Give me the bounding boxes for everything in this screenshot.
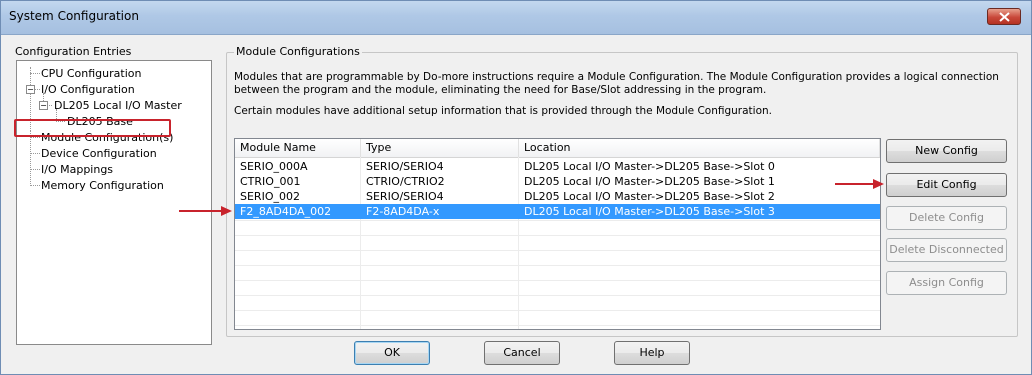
description-line-1: Modules that are programmable by Do-more… xyxy=(234,71,999,83)
new-config-button[interactable]: New Config xyxy=(886,139,1007,163)
delete-disconnected-button[interactable]: Delete Disconnected xyxy=(886,238,1007,262)
help-button[interactable]: Help xyxy=(614,341,690,365)
cell-location: DL205 Local I/O Master->DL205 Base->Slot… xyxy=(524,175,775,188)
tree-item-io-mappings[interactable]: I/O Mappings xyxy=(41,162,113,177)
title-bar[interactable]: System Configuration xyxy=(1,1,1031,35)
close-button[interactable] xyxy=(987,8,1021,25)
list-header: Module Name Type Location xyxy=(235,139,880,158)
edit-config-button[interactable]: Edit Config xyxy=(886,173,1007,197)
table-row-selected[interactable]: F2_8AD4DA_002 F2-8AD4DA-x DL205 Local I/… xyxy=(235,204,880,219)
delete-config-button[interactable]: Delete Config xyxy=(886,206,1007,230)
assign-config-button[interactable]: Assign Config xyxy=(886,271,1007,295)
cancel-button[interactable]: Cancel xyxy=(484,341,560,365)
tree-item-cpu-configuration[interactable]: CPU Configuration xyxy=(41,66,141,81)
tree-item-device-configuration[interactable]: Device Configuration xyxy=(41,146,157,161)
tree-item-dl205-local-io-master[interactable]: DL205 Local I/O Master xyxy=(54,98,182,113)
io-configuration-expander[interactable]: − xyxy=(26,85,35,94)
cell-location: DL205 Local I/O Master->DL205 Base->Slot… xyxy=(524,205,775,218)
dialog-client-area: Configuration Entries − − CPU Configurat… xyxy=(7,35,1025,367)
dl205-master-expander[interactable]: − xyxy=(39,101,48,110)
column-header-type[interactable]: Type xyxy=(361,139,519,157)
configuration-tree[interactable]: − − CPU Configuration I/O Configuration … xyxy=(16,60,212,345)
arrow-right-icon xyxy=(179,206,232,216)
arrow-right-icon xyxy=(835,179,884,189)
annotation-highlight-box xyxy=(14,119,171,137)
table-row[interactable]: CTRIO_001 CTRIO/CTRIO2 DL205 Local I/O M… xyxy=(235,174,880,189)
cell-type: SERIO/SERIO4 xyxy=(366,160,444,173)
cell-type: CTRIO/CTRIO2 xyxy=(366,175,445,188)
module-config-list[interactable]: Module Name Type Location SERIO_000A SER… xyxy=(234,138,881,330)
description-line-3: Certain modules have additional setup in… xyxy=(234,105,773,117)
description-line-2: between the program and the module, elim… xyxy=(234,84,767,96)
close-icon xyxy=(999,12,1010,22)
cell-module-name: CTRIO_001 xyxy=(240,175,301,188)
tree-item-io-configuration[interactable]: I/O Configuration xyxy=(41,82,135,97)
cell-type: SERIO/SERIO4 xyxy=(366,190,444,203)
cell-type: F2-8AD4DA-x xyxy=(366,205,440,218)
cell-location: DL205 Local I/O Master->DL205 Base->Slot… xyxy=(524,190,775,203)
cell-module-name: F2_8AD4DA_002 xyxy=(240,205,332,218)
table-row[interactable]: SERIO_000A SERIO/SERIO4 DL205 Local I/O … xyxy=(235,159,880,174)
cell-module-name: SERIO_002 xyxy=(240,190,300,203)
ok-button[interactable]: OK xyxy=(354,341,430,365)
table-row[interactable]: SERIO_002 SERIO/SERIO4 DL205 Local I/O M… xyxy=(235,189,880,204)
tree-item-memory-configuration[interactable]: Memory Configuration xyxy=(41,178,164,193)
column-header-module-name[interactable]: Module Name xyxy=(235,139,361,157)
cell-location: DL205 Local I/O Master->DL205 Base->Slot… xyxy=(524,160,775,173)
module-configurations-label: Module Configurations xyxy=(234,45,362,58)
cell-module-name: SERIO_000A xyxy=(240,160,308,173)
system-configuration-window: System Configuration Configuration Entri… xyxy=(0,0,1032,375)
column-header-location[interactable]: Location xyxy=(519,139,880,157)
configuration-entries-label: Configuration Entries xyxy=(15,45,132,58)
window-title: System Configuration xyxy=(9,9,139,23)
